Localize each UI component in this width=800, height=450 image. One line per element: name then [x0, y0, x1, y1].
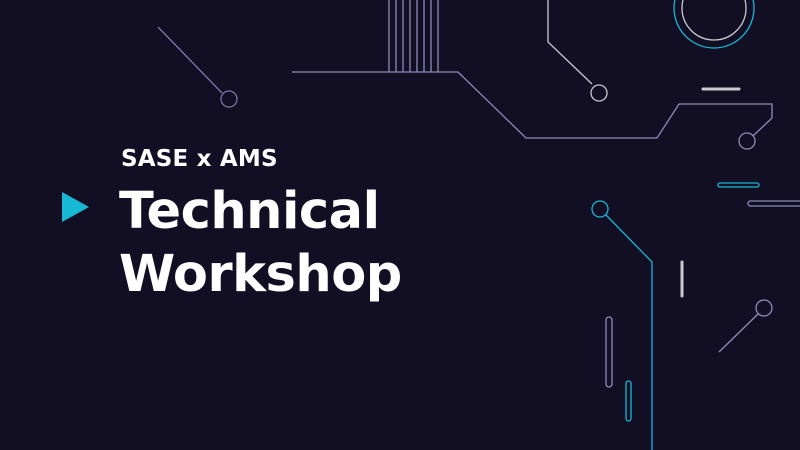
circuit-trace-main: [292, 71, 773, 150]
circuit-ring: [673, 0, 755, 49]
slide-title-line-2: Workshop: [119, 245, 402, 304]
title-slide: SASE x AMS Technical Workshop: [0, 0, 800, 450]
circuit-pill-cyan: [717, 182, 760, 188]
circuit-pill-vertical-cyan: [625, 380, 632, 422]
circuit-pill-vertical-grey: [605, 316, 613, 388]
circuit-trace-left: [157, 26, 238, 108]
slide-subtitle: SASE x AMS: [121, 146, 278, 172]
slide-title: Technical Workshop: [119, 180, 402, 306]
play-triangle-icon: [62, 192, 89, 222]
circuit-bus-lines: [388, 0, 439, 72]
circuit-trace-top-node: [547, 0, 608, 102]
circuit-trace-bottom-right: [718, 299, 773, 353]
circuit-pill-grey: [747, 200, 800, 207]
circuit-trace-cyan: [591, 200, 653, 450]
slide-title-line-1: Technical: [119, 182, 380, 241]
